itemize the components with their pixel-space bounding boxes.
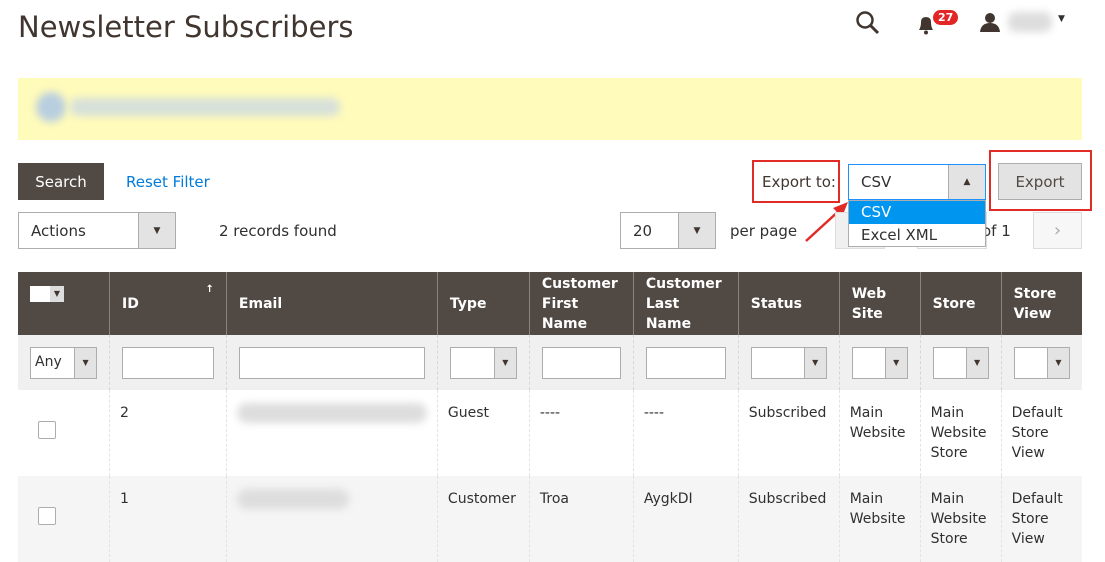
export-format-select[interactable]: CSV ▲ xyxy=(848,164,986,200)
chevron-down-icon: ▼ xyxy=(678,213,715,248)
export-format-dropdown: CSV Excel XML xyxy=(848,200,986,247)
email-blurred xyxy=(236,403,427,423)
page-of: of 1 xyxy=(982,222,1011,240)
per-page-label: per page xyxy=(730,222,798,240)
search-icon[interactable] xyxy=(855,10,881,36)
column-type[interactable]: Type xyxy=(436,272,530,335)
sort-asc-icon: ↑ xyxy=(205,283,214,295)
chevron-down-icon[interactable]: ▼ xyxy=(1058,14,1065,24)
option-excel-xml[interactable]: Excel XML xyxy=(849,224,985,247)
notification-badge[interactable]: 27 xyxy=(933,10,959,25)
row-checkbox[interactable] xyxy=(38,507,56,525)
option-csv[interactable]: CSV xyxy=(849,201,985,224)
last-name-filter[interactable] xyxy=(645,346,726,379)
email-blurred xyxy=(236,489,349,509)
chevron-up-icon: ▲ xyxy=(948,165,985,199)
records-found: 2 records found xyxy=(219,222,337,240)
page-title: Newsletter Subscribers xyxy=(18,10,354,44)
reset-filter-link[interactable]: Reset Filter xyxy=(126,173,210,191)
table-row[interactable]: 2 Guest ---- ---- Subscribed Main Websit… xyxy=(18,390,1082,476)
export-button[interactable]: Export xyxy=(998,163,1082,200)
column-first-name[interactable]: Customer First Name xyxy=(528,272,634,335)
first-name-filter[interactable] xyxy=(541,346,621,379)
mass-select-filter[interactable]: Any ▼ xyxy=(30,346,98,379)
chevron-down-icon: ▼ xyxy=(50,285,64,302)
export-to-label: Export to: xyxy=(762,173,836,191)
table-row[interactable]: 1 Customer Troa AygkDI Subscribed Main W… xyxy=(18,476,1082,562)
column-id[interactable]: ID ↑ xyxy=(109,272,227,335)
column-store[interactable]: Store xyxy=(919,272,1002,335)
mass-select-header[interactable]: ▼ xyxy=(18,272,110,335)
store-view-filter[interactable]: ▼ xyxy=(1013,346,1070,379)
store-filter[interactable]: ▼ xyxy=(932,346,989,379)
column-status[interactable]: Status xyxy=(737,272,840,335)
type-filter[interactable]: ▼ xyxy=(449,346,517,379)
id-filter[interactable] xyxy=(122,346,214,379)
column-last-name[interactable]: Customer Last Name xyxy=(632,272,739,335)
search-button[interactable]: Search xyxy=(18,163,104,200)
notice-banner xyxy=(18,78,1082,140)
column-store-view[interactable]: Store View xyxy=(1000,272,1082,335)
per-page-select[interactable]: 20 ▼ xyxy=(620,212,716,249)
email-filter[interactable] xyxy=(238,346,425,379)
row-checkbox[interactable] xyxy=(38,421,56,439)
subscribers-grid: ▼ ID ↑ Email Type Customer First Name Cus… xyxy=(18,272,1082,562)
user-icon[interactable] xyxy=(979,11,1001,33)
status-filter[interactable]: ▼ xyxy=(750,346,827,379)
column-website[interactable]: Web Site xyxy=(838,272,921,335)
chevron-down-icon: ▼ xyxy=(138,213,175,248)
next-page-button[interactable]: › xyxy=(1033,212,1082,249)
column-email[interactable]: Email xyxy=(225,272,438,335)
website-filter[interactable]: ▼ xyxy=(851,346,908,379)
actions-select[interactable]: Actions ▼ xyxy=(18,212,176,249)
username-blurred[interactable] xyxy=(1008,12,1052,32)
